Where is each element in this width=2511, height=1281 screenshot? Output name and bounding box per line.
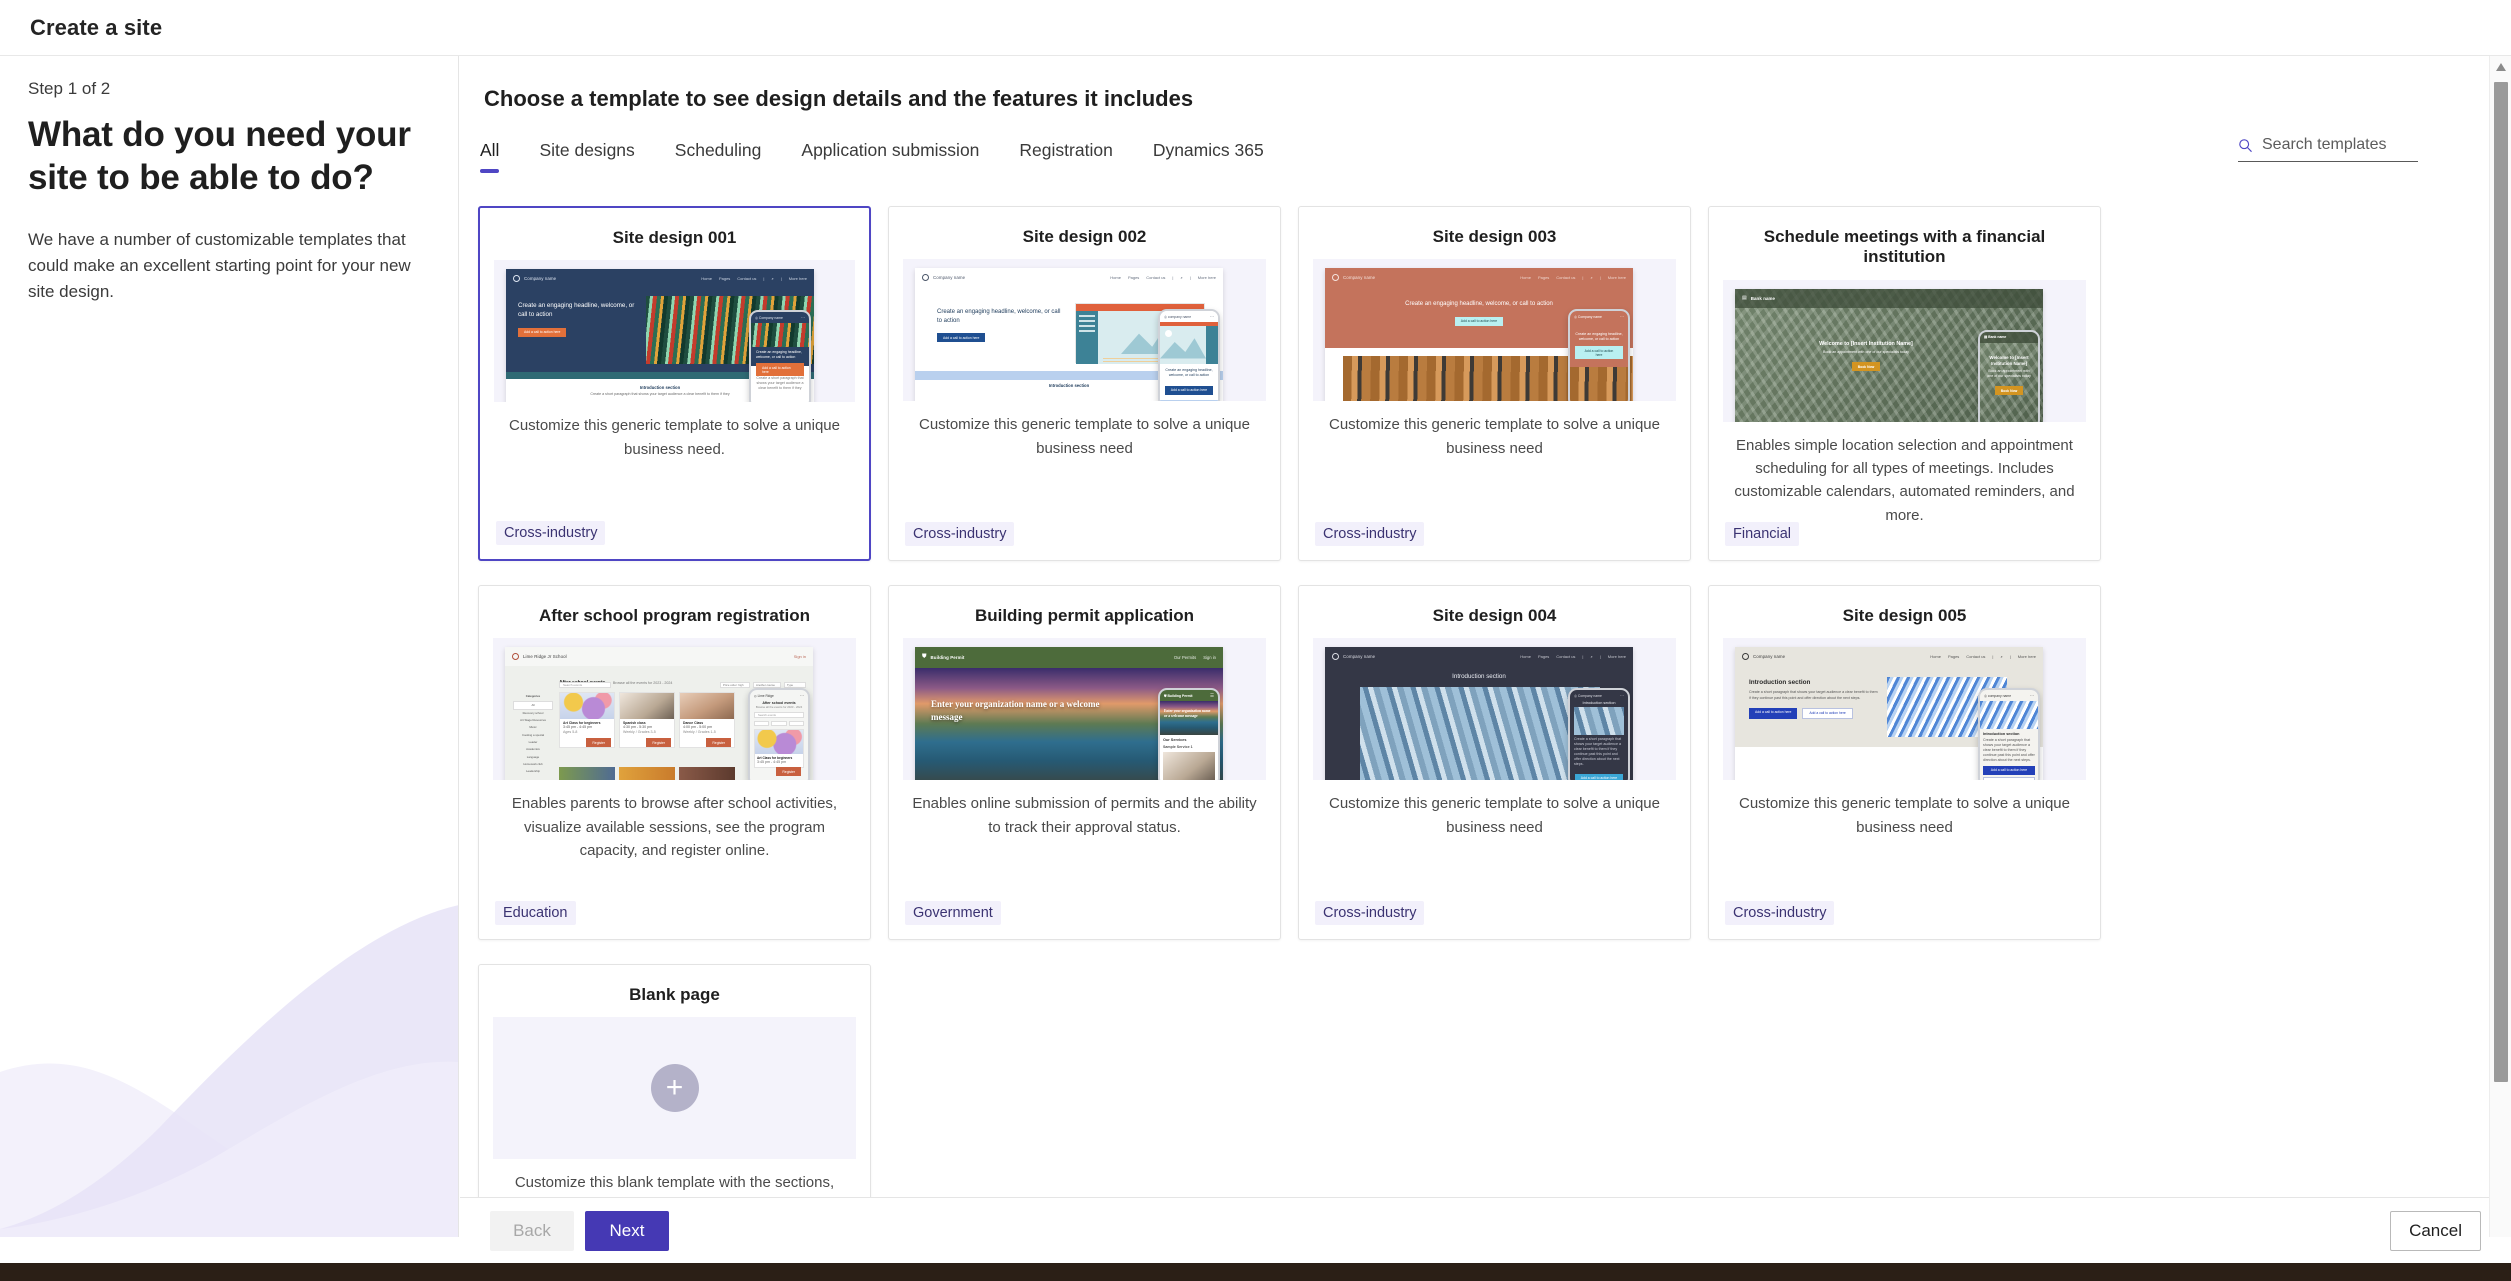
template-card-site-design-002[interactable]: Site design 002 Company name Home Pages Co…	[888, 206, 1281, 561]
card-thumbnail: +	[493, 1017, 856, 1160]
preview-headline: Welcome to [Insert Institution Name]	[1819, 340, 1913, 347]
wizard-footer: Back Next Cancel	[460, 1197, 2511, 1263]
card-description: Enables parents to browse after school a…	[511, 795, 838, 859]
preview-cta: Add a call to action here	[518, 327, 567, 337]
search-templates-input[interactable]: Search templates	[2238, 136, 2418, 162]
card-tag: Cross-industry	[1725, 901, 1835, 925]
template-card-site-design-004[interactable]: Site design 004 Company name Home Pages Co…	[1298, 585, 1691, 940]
card-thumbnail: Company name Home Pages Contact us | ⌕ | More …	[1313, 638, 1676, 781]
card-title: Site design 002	[1022, 227, 1147, 246]
card-description: Customize this generic template to solve…	[1328, 795, 1660, 836]
card-thumbnail: Company name Home Pages Contact us | ⌕ | More …	[494, 260, 855, 403]
tab-scheduling[interactable]: Scheduling	[675, 138, 762, 173]
card-thumbnail: ⛊ Building Permit Our Permits Sign in Ente…	[903, 638, 1266, 781]
plus-icon: +	[650, 1064, 699, 1113]
tab-all[interactable]: All	[480, 138, 500, 173]
card-thumbnail: ▤ Bank name Welcome to [Insert Institutio…	[1723, 279, 2086, 422]
template-category-tabs: All Site designs Scheduling Application …	[480, 136, 2490, 182]
scroll-up-arrow-icon[interactable]	[2490, 56, 2511, 78]
card-tag: Cross-industry	[1315, 901, 1425, 925]
tab-site-designs[interactable]: Site designs	[539, 138, 634, 173]
card-tag: Cross-industry	[496, 521, 606, 545]
card-title: Schedule meetings with a financial insti…	[1763, 227, 2046, 267]
card-description: Customize this generic template to solve…	[508, 417, 840, 458]
template-card-site-design-001[interactable]: Site design 001 Company name Home Pages Co…	[478, 206, 871, 561]
template-card-grid: Site design 001 Company name Home Pages Co…	[478, 206, 2138, 1237]
card-description: Enables online submission of permits and…	[912, 795, 1257, 836]
panel-description: We have a number of customizable templat…	[28, 230, 411, 301]
desktop-bottom-bar	[0, 1263, 2511, 1281]
card-thumbnail: Company name Home Pages Contact us | ⌕ | More …	[1313, 259, 1676, 402]
card-thumbnail: Company name Home Pages Contact us | ⌕ | More …	[903, 259, 1266, 402]
left-info-panel: Step 1 of 2 What do you need your site t…	[0, 56, 459, 1237]
search-placeholder: Search templates	[2262, 136, 2387, 153]
card-thumbnail: Company name Home Pages Contact us | ⌕ | More …	[1723, 638, 2086, 781]
card-description: Customize this generic template to solve…	[1738, 795, 2070, 836]
card-title: Site design 001	[612, 228, 737, 247]
card-tag: Financial	[1725, 522, 1800, 546]
cancel-button[interactable]: Cancel	[2390, 1210, 2481, 1251]
decorative-wave-graphic	[0, 905, 458, 1237]
search-icon	[2239, 138, 2252, 152]
card-description: Customize this generic template to solve…	[1328, 416, 1660, 457]
vertical-scrollbar[interactable]	[2489, 56, 2511, 1237]
window-title-bar: Create a site	[0, 0, 2511, 56]
tab-registration[interactable]: Registration	[1019, 138, 1112, 173]
scrollbar-thumb[interactable]	[2494, 82, 2508, 1082]
card-title: Building permit application	[974, 606, 1195, 625]
card-description: Enables simple location selection and ap…	[1734, 436, 2075, 524]
back-button[interactable]: Back	[490, 1210, 574, 1251]
template-card-site-design-003[interactable]: Site design 003 Company name Home Pages Co…	[1298, 206, 1691, 561]
card-title: Site design 003	[1432, 227, 1557, 246]
template-card-after-school-registration[interactable]: After school program registration Lime R…	[478, 585, 871, 940]
panel-heading: What do you need your site to be able to…	[28, 115, 411, 198]
template-card-site-design-005[interactable]: Site design 005 Company name Home Pages Co…	[1708, 585, 2101, 940]
card-title: After school program registration	[538, 606, 811, 625]
page-title: Create a site	[30, 14, 163, 40]
preview-section-title: Introduction section	[1452, 673, 1506, 681]
template-card-building-permit[interactable]: Building permit application ⛊ Building Pe…	[888, 585, 1281, 940]
template-card-schedule-meetings[interactable]: Schedule meetings with a financial insti…	[1708, 206, 2101, 561]
preview-headline: Enter your organization name or a welcom…	[931, 699, 1100, 722]
preview-section-title: Introduction section	[1749, 679, 1811, 687]
tab-application-submission[interactable]: Application submission	[801, 138, 979, 173]
card-title: Site design 005	[1842, 606, 1967, 625]
tab-dynamics-365[interactable]: Dynamics 365	[1153, 138, 1264, 173]
next-button[interactable]: Next	[585, 1210, 669, 1251]
card-tag: Education	[495, 901, 576, 925]
card-title: Blank page	[629, 985, 720, 1004]
main-heading: Choose a template to see design details …	[484, 86, 1194, 111]
card-title: Site design 004	[1432, 606, 1557, 625]
step-indicator: Step 1 of 2	[28, 79, 111, 98]
card-tag: Government	[905, 901, 1001, 925]
card-tag: Cross-industry	[1315, 522, 1425, 546]
card-tag: Cross-industry	[905, 522, 1015, 546]
template-chooser-panel: Choose a template to see design details …	[460, 56, 2490, 1237]
card-description: Customize this generic template to solve…	[918, 416, 1250, 457]
card-thumbnail: Lime Ridge Jr School Sign in After schoo…	[493, 638, 856, 781]
preview-company-name: Company name	[524, 276, 557, 282]
preview-headline: Create an engaging headline, welcome, or…	[518, 302, 635, 319]
